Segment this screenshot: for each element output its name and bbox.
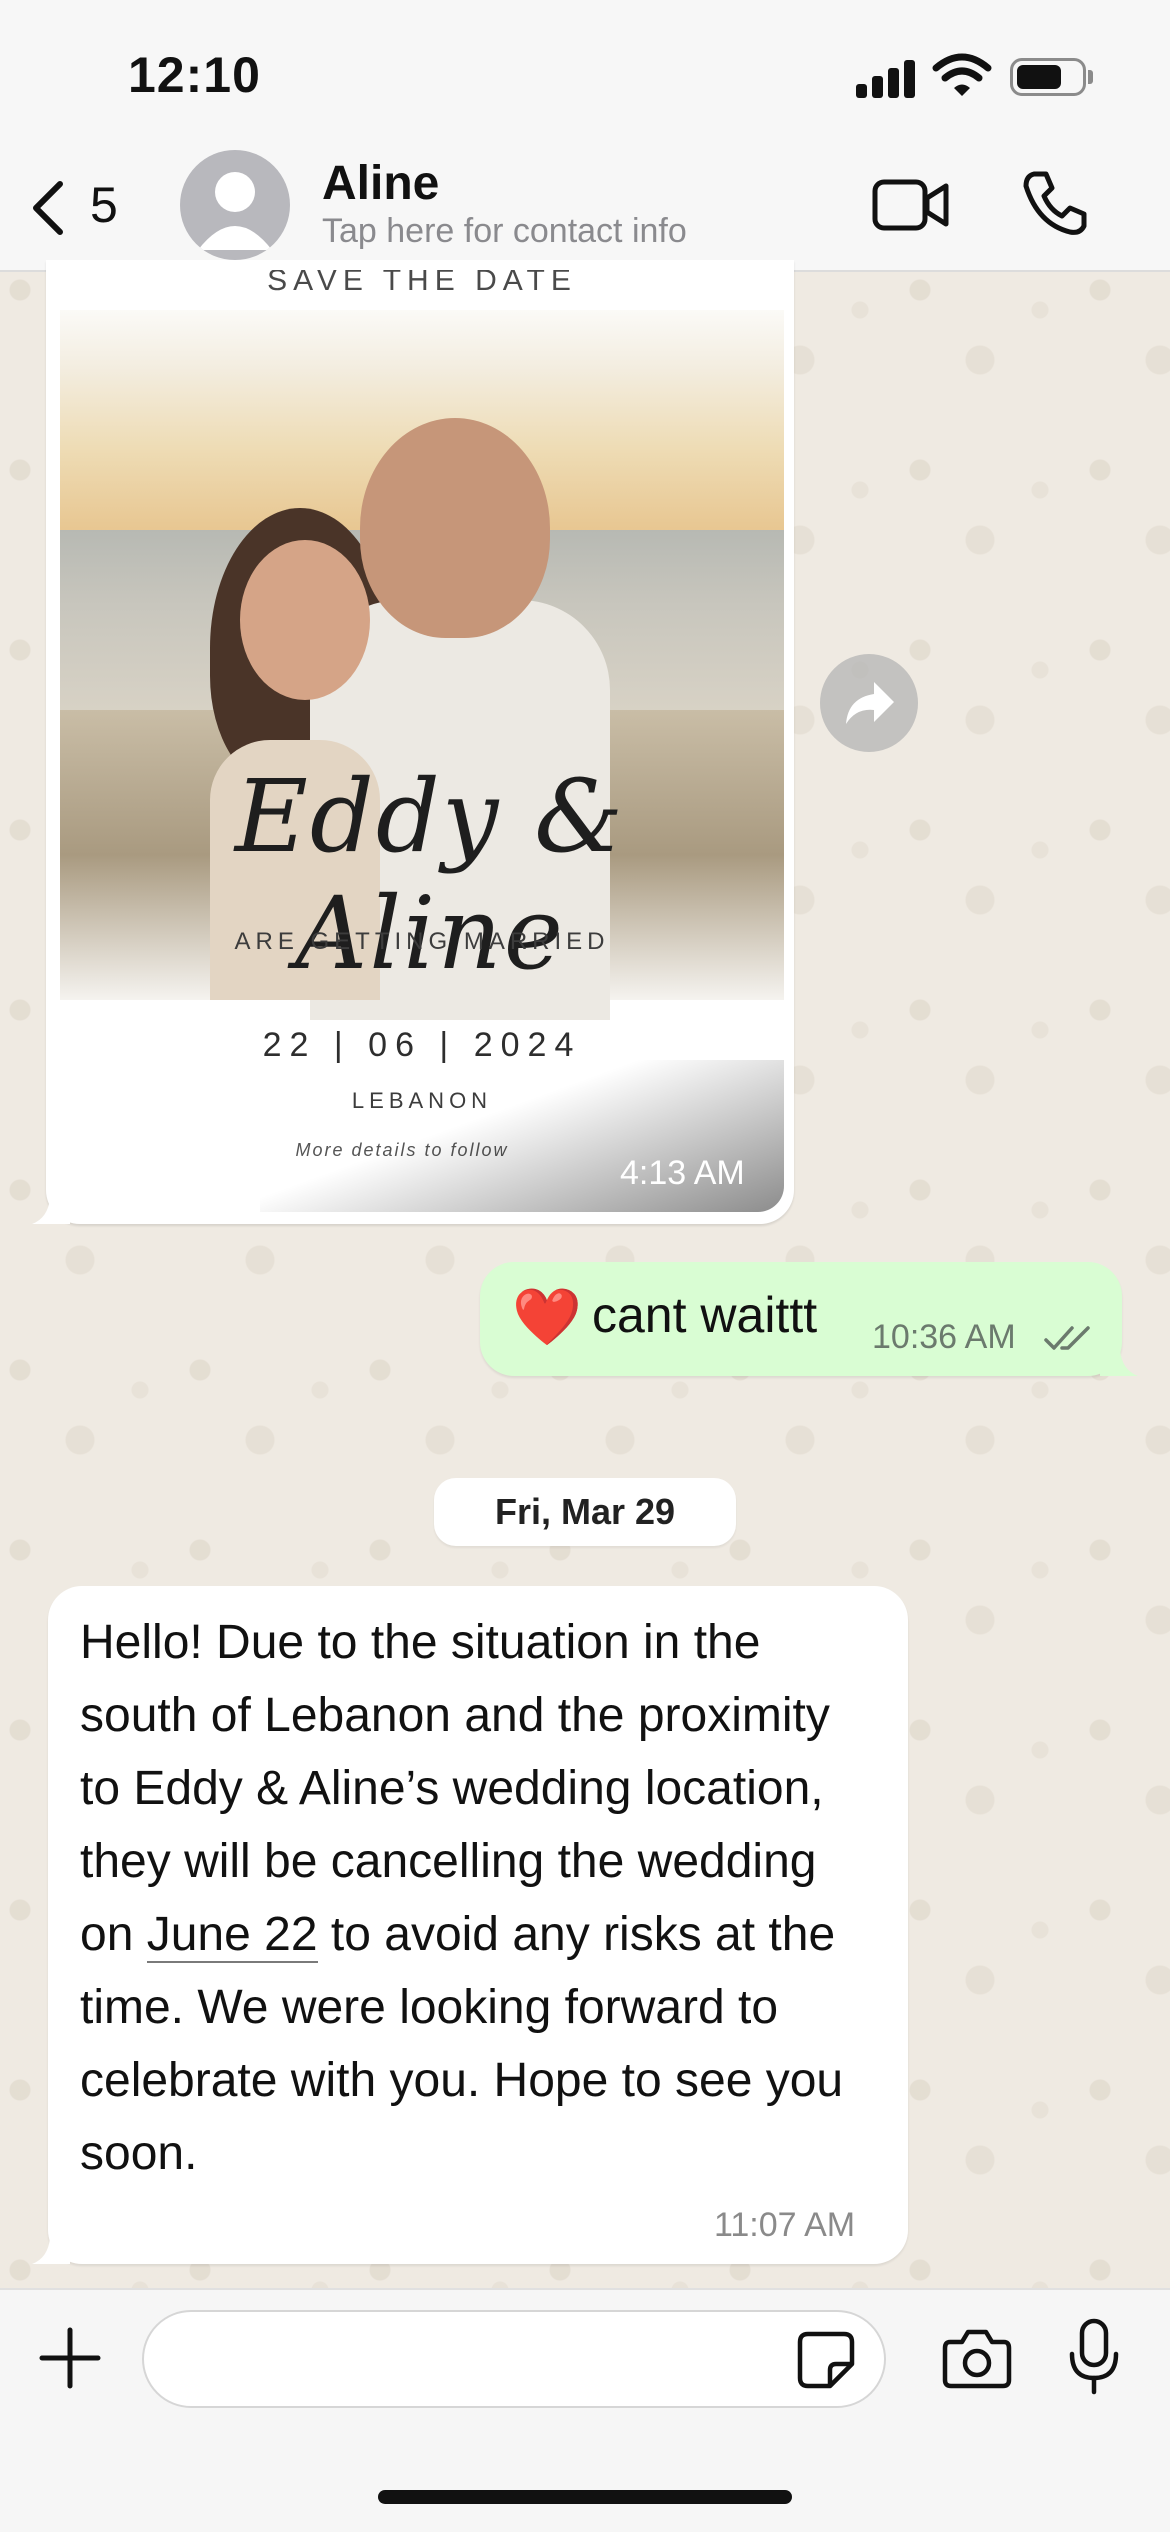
back-unread-count[interactable]: 5 xyxy=(90,176,118,234)
camera-icon[interactable] xyxy=(942,2326,1012,2390)
contact-info-hint[interactable]: Tap here for contact info xyxy=(322,212,687,251)
getting-married-text: ARE GETTING MARRIED xyxy=(234,928,610,955)
home-indicator[interactable] xyxy=(378,2490,792,2504)
wedding-invitation-image[interactable]: SAVE THE DATE Eddy & Aline ARE GETTING M… xyxy=(60,270,784,1212)
man-head xyxy=(360,418,550,638)
cellular-signal-icon xyxy=(856,58,916,98)
read-receipt-icon xyxy=(1044,1326,1090,1350)
bubble-tail xyxy=(1100,1340,1138,1376)
chat-header xyxy=(0,150,1170,272)
message-time: 11:07 AM xyxy=(714,2206,856,2244)
date-separator: Fri, Mar 29 xyxy=(434,1478,736,1546)
contact-name[interactable]: Aline xyxy=(322,156,439,211)
message-time: 10:36 AM xyxy=(872,1318,1016,1356)
wifi-icon xyxy=(932,53,992,96)
battery-icon xyxy=(1010,58,1086,96)
forward-button[interactable] xyxy=(820,654,918,752)
video-call-icon[interactable] xyxy=(872,176,950,234)
couple-names: Eddy & Aline xyxy=(234,758,626,992)
sticker-icon[interactable] xyxy=(796,2330,856,2390)
heart-emoji: ❤️ xyxy=(512,1285,582,1348)
avatar-placeholder-icon xyxy=(198,172,272,250)
microphone-icon[interactable] xyxy=(1066,2318,1122,2396)
back-chevron-icon[interactable] xyxy=(22,176,72,240)
message-time: 4:13 AM xyxy=(620,1154,745,1192)
message-text: Hello! Due to the situation in the south… xyxy=(80,1606,880,2190)
bubble-tail xyxy=(32,2228,70,2264)
save-the-date-text: SAVE THE DATE xyxy=(267,270,577,297)
woman-face xyxy=(240,540,370,700)
status-time: 12:10 xyxy=(128,47,261,103)
date-link[interactable]: June 22 xyxy=(146,1908,318,1963)
message-input[interactable] xyxy=(142,2310,886,2408)
avatar[interactable] xyxy=(180,150,290,260)
forward-arrow-icon xyxy=(846,682,894,724)
message-text: cant waittt xyxy=(592,1287,818,1343)
battery-tip xyxy=(1088,70,1093,84)
voice-call-icon[interactable] xyxy=(1020,168,1090,238)
plus-icon[interactable] xyxy=(38,2326,102,2390)
